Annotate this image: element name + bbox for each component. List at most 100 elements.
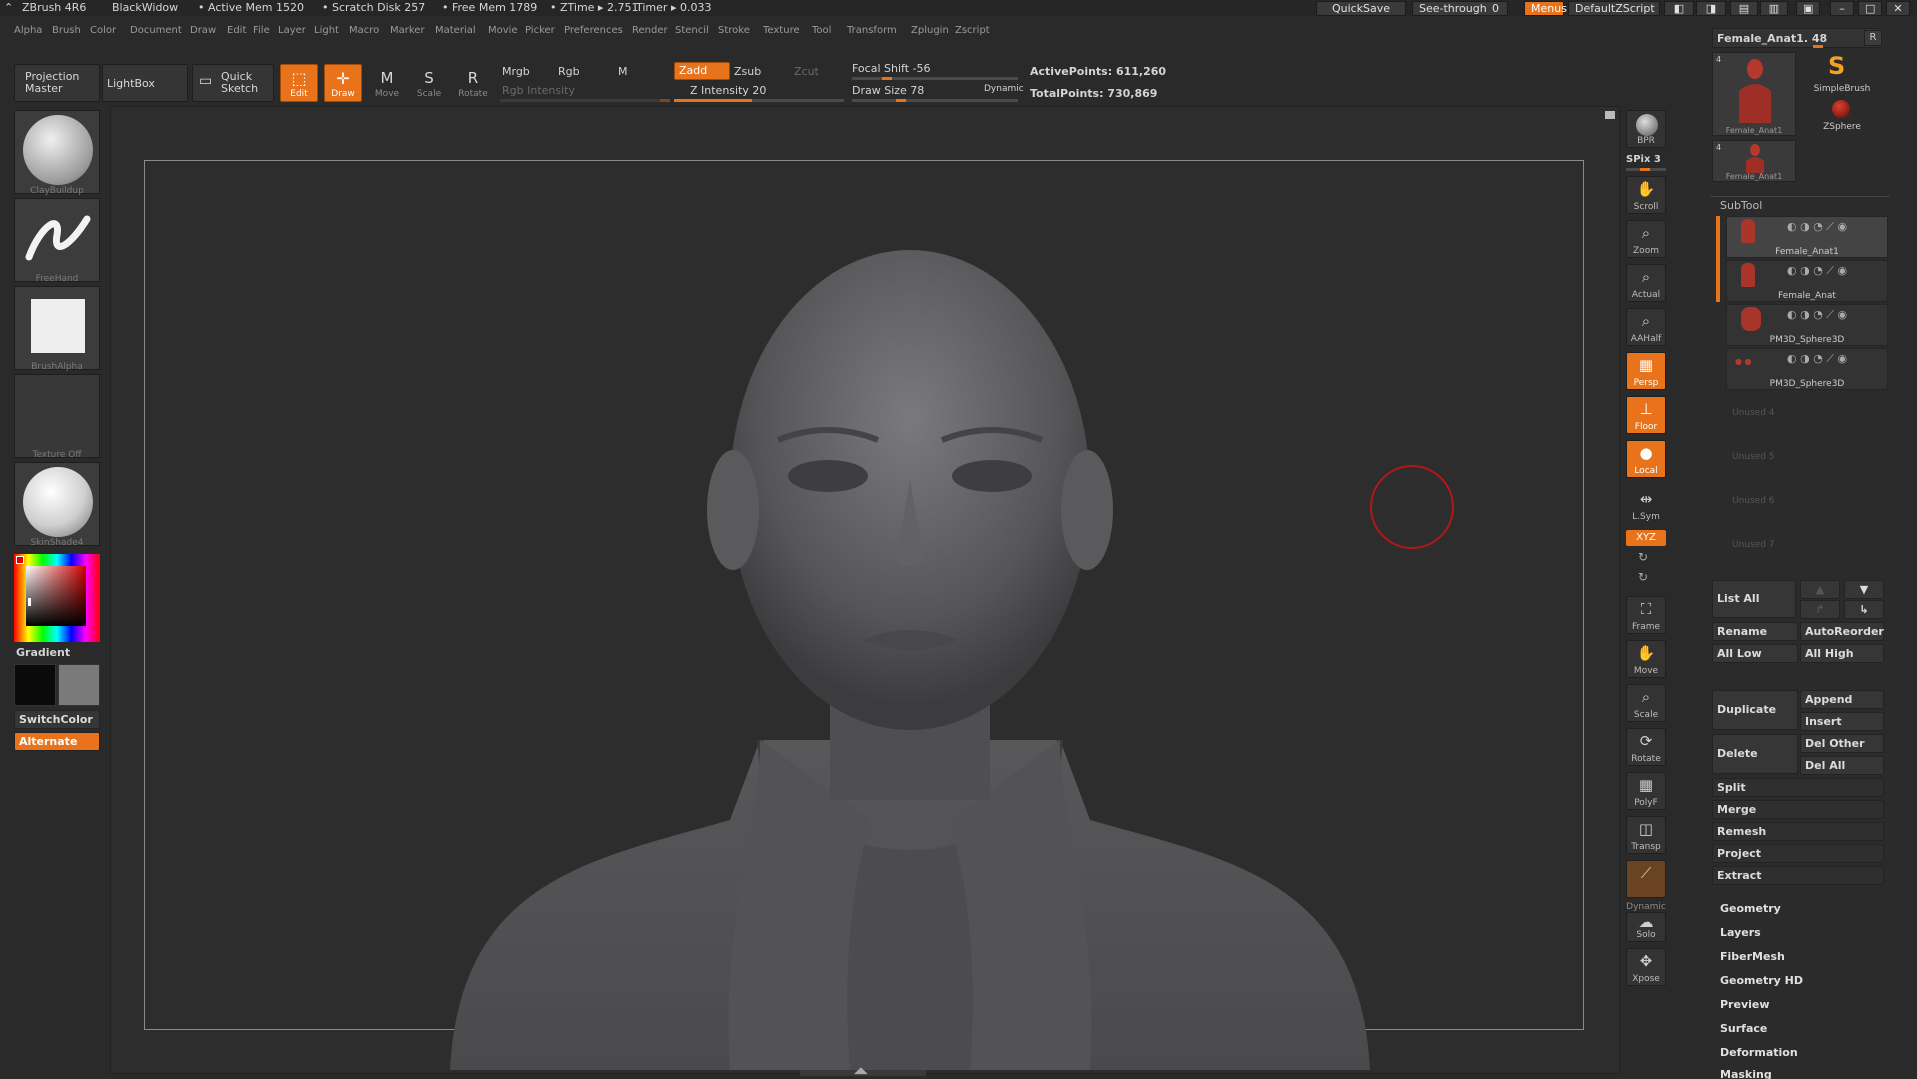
focal-shift-track[interactable]: [852, 77, 1018, 80]
menu-file[interactable]: File: [253, 25, 270, 36]
menu-stroke[interactable]: Stroke: [718, 25, 750, 36]
menu-picker[interactable]: Picker: [525, 25, 555, 36]
main-color-swatch[interactable]: [14, 664, 56, 706]
secondary-color-swatch[interactable]: [58, 664, 100, 706]
visibility-toggle-icon[interactable]: ◐ ◑ ◔ ⟋ ◉: [1787, 352, 1847, 366]
subtool-header[interactable]: SubTool: [1710, 196, 1890, 212]
m-button[interactable]: M: [618, 65, 628, 78]
layout-right-icon[interactable]: ◨: [1696, 1, 1726, 16]
menu-alpha[interactable]: Alpha: [14, 25, 42, 36]
subtool-row[interactable]: ◐ ◑ ◔ ⟋ ◉ Female_Anat1: [1726, 216, 1888, 258]
draw-size-track[interactable]: [852, 99, 1018, 102]
lightbox-button[interactable]: LightBox: [102, 64, 188, 102]
extract-section[interactable]: Extract: [1712, 866, 1884, 885]
quicksave-button[interactable]: QuickSave: [1316, 1, 1406, 16]
alternate-button[interactable]: Alternate: [14, 732, 100, 751]
persp-button[interactable]: ▦ Persp: [1626, 352, 1666, 390]
visibility-toggle-icon[interactable]: ◐ ◑ ◔ ⟋ ◉: [1787, 220, 1847, 234]
tool-thumb-female-anat1[interactable]: 4 Female_Anat1: [1712, 52, 1796, 136]
project-section[interactable]: Project: [1712, 844, 1884, 863]
material-thumbnail[interactable]: [14, 462, 100, 546]
zbrush-logo-icon[interactable]: ⌃: [4, 1, 13, 14]
sculpt-model[interactable]: [430, 220, 1390, 1070]
color-square[interactable]: [26, 566, 86, 626]
masking-palette[interactable]: Masking: [1720, 1068, 1772, 1079]
xpose-button[interactable]: ✥ Xpose: [1626, 948, 1666, 986]
edit-button[interactable]: ⬚ Edit: [280, 64, 318, 102]
quick-sketch-button[interactable]: ▭ Quick Sketch: [192, 64, 274, 102]
rgb-button[interactable]: Rgb: [558, 65, 580, 78]
append-button[interactable]: Append: [1800, 690, 1884, 709]
texture-thumbnail[interactable]: [14, 374, 100, 458]
draw-button[interactable]: ✛ Draw: [324, 64, 362, 102]
preview-palette[interactable]: Preview: [1720, 998, 1770, 1011]
menu-stencil[interactable]: Stencil: [675, 25, 709, 36]
zadd-button[interactable]: Zadd: [674, 62, 730, 80]
move-down-icon[interactable]: ▼: [1844, 580, 1884, 599]
z-intensity-track[interactable]: [674, 99, 844, 102]
switchcolor-button[interactable]: SwitchColor: [14, 710, 100, 729]
current-tool-field[interactable]: Female_Anat1. 48: [1712, 28, 1880, 48]
canvas-corner-icon[interactable]: [1605, 111, 1615, 119]
remesh-section[interactable]: Remesh: [1712, 822, 1884, 841]
close-icon[interactable]: ✕: [1886, 1, 1910, 16]
geometry-palette[interactable]: Geometry: [1720, 902, 1781, 915]
rotate-view-button[interactable]: ⟳ Rotate: [1626, 728, 1666, 766]
list-all-button[interactable]: List All: [1712, 580, 1796, 618]
spix-track[interactable]: [1626, 168, 1666, 171]
menu-macro[interactable]: Macro: [349, 25, 379, 36]
spix-slider[interactable]: SPix 3: [1626, 154, 1661, 165]
alpha-thumbnail[interactable]: [14, 286, 100, 370]
lsym-button[interactable]: ⇹ L.Sym: [1626, 486, 1666, 524]
layout-left-icon[interactable]: ◧: [1664, 1, 1694, 16]
zoom-button[interactable]: ⌕ Zoom: [1626, 220, 1666, 258]
del-other-button[interactable]: Del Other: [1800, 734, 1884, 753]
duplicate-button[interactable]: Duplicate: [1712, 690, 1798, 730]
stroke-thumbnail[interactable]: [14, 198, 100, 282]
move-up-alt-icon[interactable]: ↱: [1800, 600, 1840, 619]
menu-document[interactable]: Document: [130, 25, 182, 36]
subtool-row[interactable]: ◐ ◑ ◔ ⟋ ◉ Female_Anat: [1726, 260, 1888, 302]
tool-slider-knob[interactable]: [1813, 45, 1823, 48]
move-view-button[interactable]: ✋ Move: [1626, 640, 1666, 678]
merge-section[interactable]: Merge: [1712, 800, 1884, 819]
solo-button[interactable]: ☁ Solo: [1626, 912, 1666, 942]
menu-transform[interactable]: Transform: [847, 25, 897, 36]
save-layout-icon[interactable]: ▣: [1796, 1, 1820, 16]
menu-draw[interactable]: Draw: [190, 25, 216, 36]
geometry-hd-palette[interactable]: Geometry HD: [1720, 974, 1803, 987]
subtool-row[interactable]: ◐ ◑ ◔ ⟋ ◉ PM3D_Sphere3D: [1726, 304, 1888, 346]
bpr-button[interactable]: BPR: [1626, 110, 1666, 148]
tool-thumb-female-anat1-2[interactable]: 4 Female_Anat1: [1712, 140, 1796, 182]
surface-palette[interactable]: Surface: [1720, 1022, 1767, 1035]
dynamic-persp-button[interactable]: ⟋: [1626, 860, 1666, 898]
floor-button[interactable]: ⊥ Floor: [1626, 396, 1666, 434]
gradient-button[interactable]: Gradient: [16, 646, 70, 659]
insert-button[interactable]: Insert: [1800, 712, 1884, 731]
focal-shift-slider[interactable]: Focal Shift -56: [852, 62, 930, 75]
rotate-button[interactable]: R Rotate: [454, 64, 492, 102]
aahalf-button[interactable]: ⌕ AAHalf: [1626, 308, 1666, 346]
zcut-button[interactable]: Zcut: [794, 65, 819, 78]
r-button[interactable]: R: [1864, 30, 1882, 46]
color-picker[interactable]: [14, 554, 100, 642]
transp-button[interactable]: ◫ Transp: [1626, 816, 1666, 854]
rotate-y-icon[interactable]: ↻: [1638, 550, 1648, 564]
actual-button[interactable]: ⌕ Actual: [1626, 264, 1666, 302]
move-up-icon[interactable]: ▲: [1800, 580, 1840, 599]
draw-size-slider[interactable]: Draw Size 78: [852, 84, 924, 97]
rgb-intensity-track[interactable]: [500, 99, 670, 102]
subtool-row[interactable]: ● ● ◐ ◑ ◔ ⟋ ◉ PM3D_Sphere3D: [1726, 348, 1888, 390]
projection-master-button[interactable]: Projection Master: [14, 64, 100, 102]
expand-arrows-icon[interactable]: ◢◣: [854, 1066, 868, 1076]
z-intensity-slider[interactable]: Z Intensity 20: [690, 84, 766, 97]
move-button[interactable]: M Move: [368, 64, 406, 102]
menus-button[interactable]: Menus: [1524, 1, 1567, 16]
layout-icon-a[interactable]: ▤: [1730, 1, 1758, 16]
zsphere-tool[interactable]: ZSphere: [1800, 98, 1884, 138]
minimize-icon[interactable]: –: [1830, 1, 1854, 16]
all-low-button[interactable]: All Low: [1712, 644, 1798, 663]
zsub-button[interactable]: Zsub: [734, 65, 761, 78]
layout-icon-b[interactable]: ▥: [1760, 1, 1788, 16]
menu-color[interactable]: Color: [90, 25, 116, 36]
